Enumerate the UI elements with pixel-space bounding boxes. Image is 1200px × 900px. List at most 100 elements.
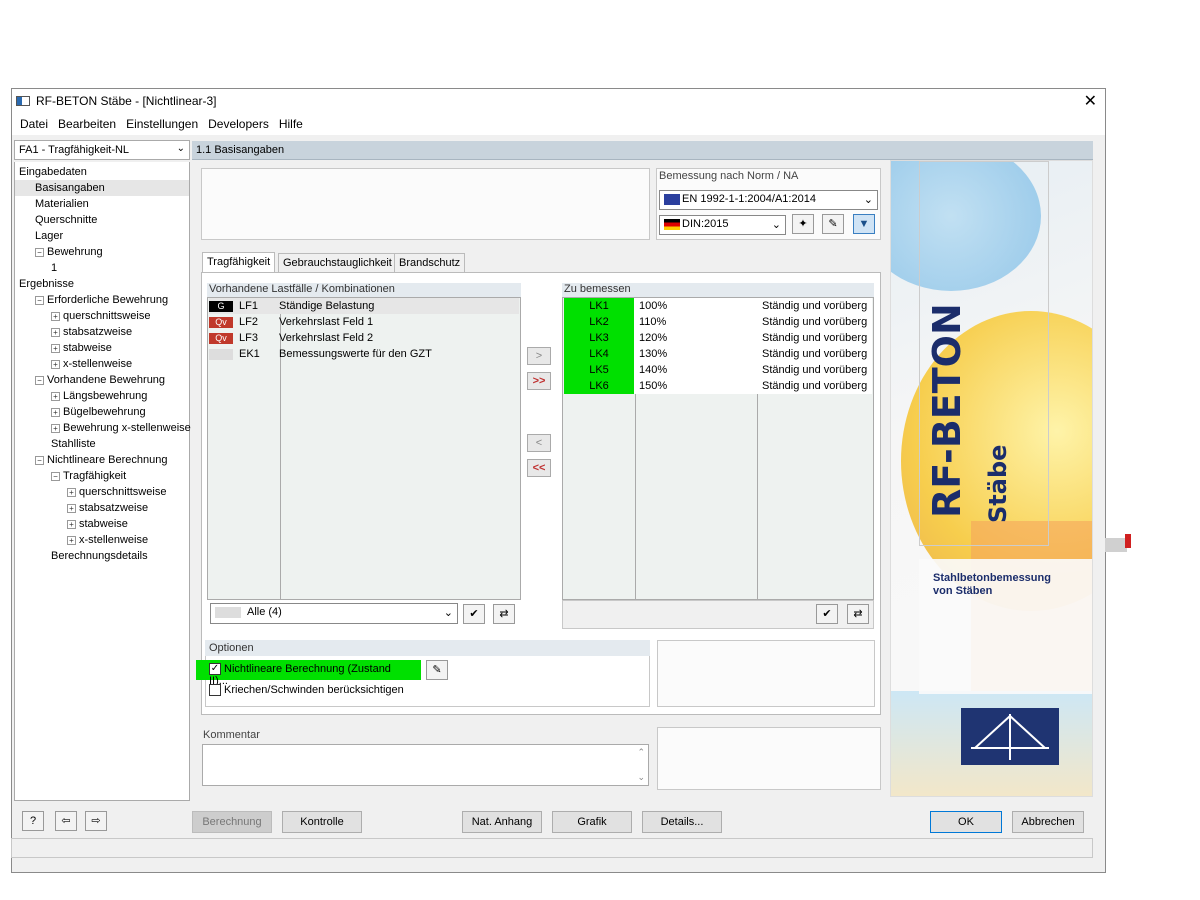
annex-button[interactable]: Nat. Anhang bbox=[462, 811, 542, 833]
tree-item[interactable]: 1 bbox=[15, 260, 189, 276]
design-row[interactable]: LK5 140% Ständig und vorüberg bbox=[564, 362, 872, 378]
tree-item[interactable]: Berechnungsdetails bbox=[15, 548, 189, 564]
tab-gebrauchstauglichkeit[interactable]: Gebrauchstauglichkeit bbox=[278, 253, 397, 273]
load-case-id: LF1 bbox=[239, 300, 258, 312]
check-button[interactable]: Kontrolle bbox=[282, 811, 362, 833]
tree-item[interactable]: + stabsatzweise bbox=[15, 324, 189, 340]
scroll-up-icon[interactable]: ⌃ bbox=[637, 747, 645, 758]
invert-selection-icon[interactable]: ⇄ bbox=[847, 604, 869, 624]
expand-icon[interactable]: + bbox=[51, 391, 60, 401]
tree-item[interactable]: + Längsbewehrung bbox=[15, 388, 189, 404]
export-icon[interactable]: ⇨ bbox=[85, 811, 107, 831]
scroll-down-icon[interactable]: ⌄ bbox=[637, 772, 645, 783]
collapse-icon[interactable]: − bbox=[35, 455, 44, 465]
tree-item[interactable]: Basisangaben bbox=[15, 180, 189, 196]
expand-icon[interactable]: + bbox=[51, 327, 60, 337]
load-case-description: Verkehrslast Feld 1 bbox=[279, 316, 374, 328]
tree-item[interactable]: − Vorhandene Bewehrung bbox=[15, 372, 189, 388]
expand-icon[interactable]: + bbox=[67, 519, 76, 529]
details-button[interactable]: Details... bbox=[642, 811, 722, 833]
expand-icon[interactable]: + bbox=[51, 343, 60, 353]
tree-item[interactable]: + querschnittsweise bbox=[15, 484, 189, 500]
nonlinear-option[interactable]: ✓ Nichtlineare Berechnung (Zustand II)... bbox=[196, 660, 421, 687]
design-row[interactable]: LK1 100% Ständig und vorüberg bbox=[564, 298, 872, 314]
import-icon[interactable]: ⇦ bbox=[55, 811, 77, 831]
tree-item[interactable]: Querschnitte bbox=[15, 212, 189, 228]
collapse-icon[interactable]: − bbox=[35, 295, 44, 305]
norm-select[interactable]: EN 1992-1-1:2004/A1:2014 ⌄ bbox=[659, 190, 878, 210]
tree-item[interactable]: Materialien bbox=[15, 196, 189, 212]
design-row[interactable]: LK4 130% Ständig und vorüberg bbox=[564, 346, 872, 362]
ok-button[interactable]: OK bbox=[930, 811, 1002, 833]
remove-arrow-button[interactable]: < bbox=[527, 434, 551, 452]
add-all-arrow-button[interactable]: >> bbox=[527, 372, 551, 390]
expand-icon[interactable]: + bbox=[67, 535, 76, 545]
filter-select[interactable]: Alle (4) ⌄ bbox=[210, 603, 458, 624]
expand-icon[interactable]: + bbox=[51, 311, 60, 321]
load-case-id: LF3 bbox=[239, 332, 258, 344]
tree-item-label: x-stellenweise bbox=[79, 534, 149, 546]
menu-bearbeiten[interactable]: Bearbeiten bbox=[53, 113, 121, 131]
expand-icon[interactable]: + bbox=[51, 423, 60, 433]
creep-checkbox[interactable] bbox=[209, 684, 221, 697]
tree-item-label: querschnittsweise bbox=[79, 486, 167, 498]
new-na-icon[interactable]: ✦ bbox=[792, 214, 814, 234]
available-row[interactable]: Qv LF2 Verkehrslast Feld 1 bbox=[209, 314, 519, 330]
tree-item[interactable]: + x-stellenweise bbox=[15, 356, 189, 372]
design-row[interactable]: LK3 120% Ständig und vorüberg bbox=[564, 330, 872, 346]
collapse-icon[interactable]: − bbox=[35, 247, 44, 257]
combo-description: Ständig und vorüberg bbox=[762, 316, 868, 328]
filter-icon[interactable]: ▼ bbox=[853, 214, 875, 234]
tree-item[interactable]: − Erforderliche Bewehrung bbox=[15, 292, 189, 308]
invert-selection-icon[interactable]: ⇄ bbox=[493, 604, 515, 624]
tree-item[interactable]: − Nichtlineare Berechnung bbox=[15, 452, 189, 468]
tree-item[interactable]: + Bügelbewehrung bbox=[15, 404, 189, 420]
tree-item[interactable]: Stahlliste bbox=[15, 436, 189, 452]
available-row[interactable]: G LF1 Ständige Belastung bbox=[209, 298, 519, 314]
nonlinear-checkbox[interactable]: ✓ bbox=[209, 663, 221, 676]
expand-icon[interactable]: + bbox=[67, 503, 76, 513]
tree-item-label: Erforderliche Bewehrung bbox=[47, 294, 169, 306]
close-icon[interactable]: ✕ bbox=[1084, 91, 1097, 111]
tree-item[interactable]: Eingabedaten bbox=[15, 164, 189, 180]
case-dropdown[interactable]: FA1 - Tragfähigkeit-NL ⌄ bbox=[14, 140, 190, 160]
tree-item[interactable]: + x-stellenweise bbox=[15, 532, 189, 548]
tree-item[interactable]: Lager bbox=[15, 228, 189, 244]
tree-item[interactable]: + Bewehrung x-stellenweise bbox=[15, 420, 191, 436]
tab-brandschutz[interactable]: Brandschutz bbox=[394, 253, 466, 273]
menu-datei[interactable]: Datei bbox=[15, 113, 53, 131]
menu-hilfe[interactable]: Hilfe bbox=[274, 113, 308, 131]
tree-item[interactable]: + stabweise bbox=[15, 516, 189, 532]
tree-item[interactable]: Ergebnisse bbox=[15, 276, 189, 292]
available-row[interactable]: Qv LF3 Verkehrslast Feld 2 bbox=[209, 330, 519, 346]
available-row[interactable]: EK1 Bemessungswerte für den GZT bbox=[209, 346, 519, 362]
expand-icon[interactable]: + bbox=[67, 487, 76, 497]
expand-icon[interactable]: + bbox=[51, 359, 60, 369]
edit-na-icon[interactable]: ✎ bbox=[822, 214, 844, 234]
tree-item[interactable]: − Bewehrung bbox=[15, 244, 189, 260]
cancel-button[interactable]: Abbrechen bbox=[1012, 811, 1084, 833]
design-row[interactable]: LK2 110% Ständig und vorüberg bbox=[564, 314, 872, 330]
calc-button[interactable]: Berechnung bbox=[192, 811, 272, 833]
select-all-icon[interactable]: ✔ bbox=[816, 604, 838, 624]
collapse-icon[interactable]: − bbox=[35, 375, 44, 385]
creep-option[interactable]: Kriechen/Schwinden berücksichtigen bbox=[209, 684, 404, 697]
tree-item[interactable]: + stabsatzweise bbox=[15, 500, 189, 516]
tree-item[interactable]: + querschnittsweise bbox=[15, 308, 189, 324]
comment-input[interactable]: ⌃ ⌄ bbox=[202, 744, 649, 786]
graphic-button[interactable]: Grafik bbox=[552, 811, 632, 833]
na-select[interactable]: DIN:2015 ⌄ bbox=[659, 215, 786, 235]
remove-all-arrow-button[interactable]: << bbox=[527, 459, 551, 477]
tab-tragfaehigkeit[interactable]: Tragfähigkeit bbox=[202, 252, 276, 273]
menu-einstellungen[interactable]: Einstellungen bbox=[121, 113, 203, 131]
select-all-icon[interactable]: ✔ bbox=[463, 604, 485, 624]
tree-item[interactable]: + stabweise bbox=[15, 340, 189, 356]
tree-item[interactable]: − Tragfähigkeit bbox=[15, 468, 189, 484]
menu-developers[interactable]: Developers bbox=[203, 113, 274, 131]
help-icon[interactable]: ? bbox=[22, 811, 44, 831]
design-row[interactable]: LK6 150% Ständig und vorüberg bbox=[564, 378, 872, 394]
add-arrow-button[interactable]: > bbox=[527, 347, 551, 365]
nonlinear-settings-icon[interactable]: ✎ bbox=[426, 660, 448, 680]
collapse-icon[interactable]: − bbox=[51, 471, 60, 481]
expand-icon[interactable]: + bbox=[51, 407, 60, 417]
